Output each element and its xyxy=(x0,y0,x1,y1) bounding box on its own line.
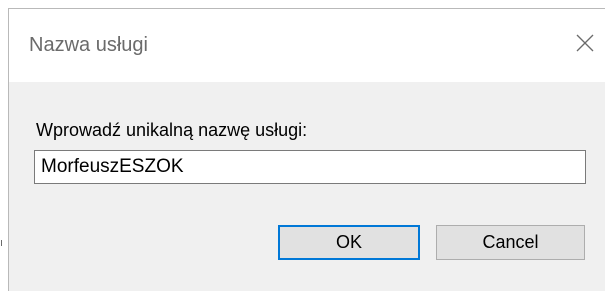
service-name-input[interactable] xyxy=(34,150,586,184)
edge-mark xyxy=(1,240,2,246)
service-name-dialog: Nazwa usługi Wprowadź unikalną nazwę usł… xyxy=(8,8,605,291)
dialog-title: Nazwa usługi xyxy=(29,34,148,56)
cancel-button[interactable]: Cancel xyxy=(436,225,585,260)
title-bar: Nazwa usługi xyxy=(9,9,605,82)
service-name-label: Wprowadź unikalną nazwę usługi: xyxy=(36,120,308,140)
close-icon[interactable] xyxy=(569,27,601,59)
ok-button[interactable]: OK xyxy=(278,225,420,260)
